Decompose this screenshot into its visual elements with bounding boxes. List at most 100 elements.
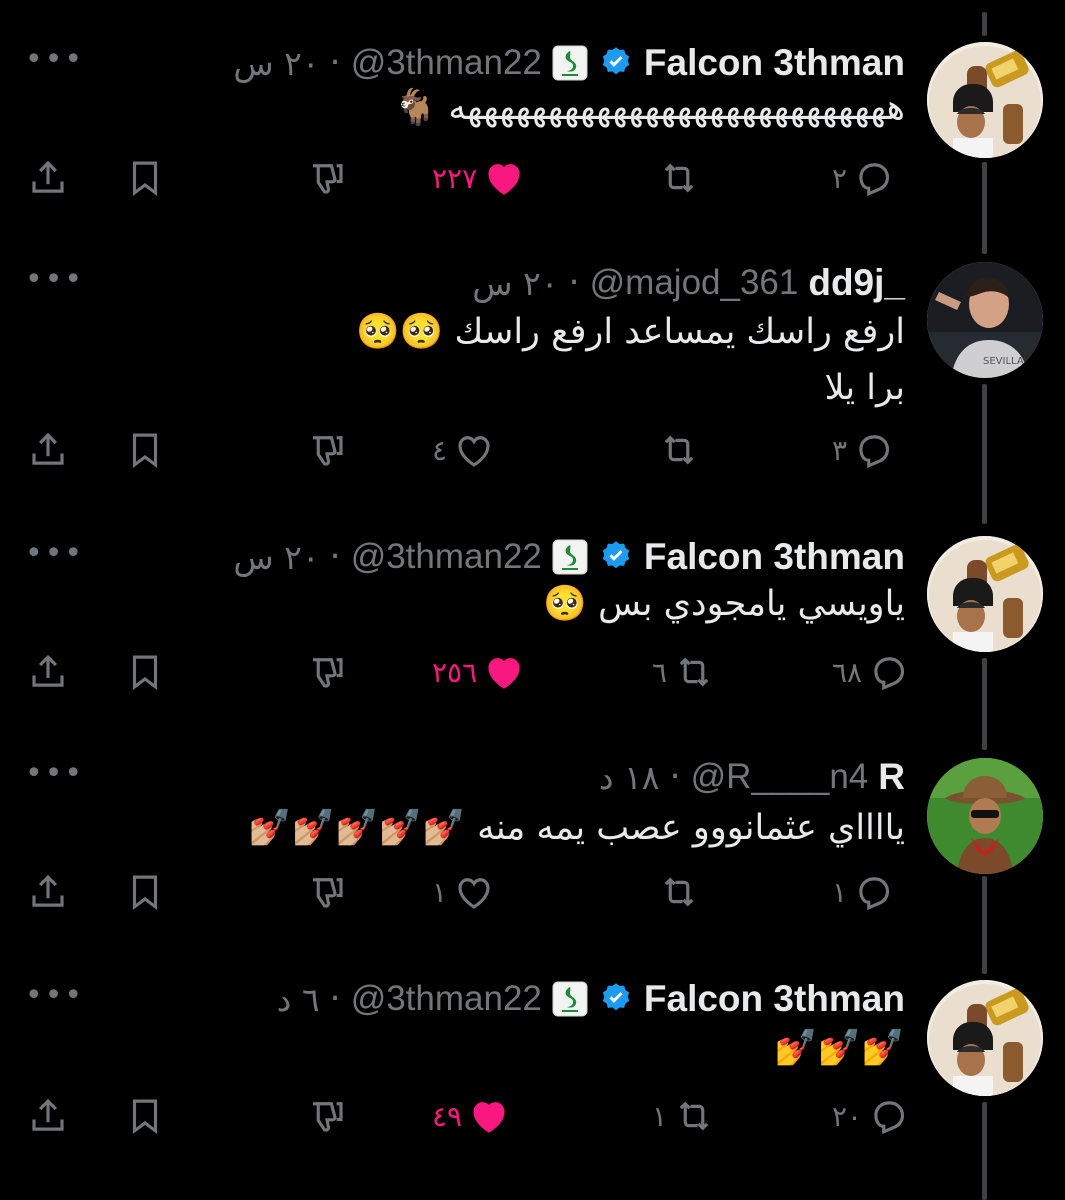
heart-icon [488,164,520,195]
dislike-button[interactable] [306,862,348,922]
like-button[interactable]: ٢٥٦ [432,642,525,702]
share-button[interactable] [27,642,69,702]
author-name[interactable]: Falcon 3thman [644,978,905,1020]
action-bar: ٦٨ ٦ ٢٥٦ [0,642,1065,702]
retweet-icon [679,1101,709,1131]
bookmark-button[interactable] [124,420,166,480]
bookmark-icon [132,433,158,469]
heart-icon [458,878,490,909]
thumbs-down-icon [313,164,343,194]
reply-count: ٣ [832,433,848,467]
more-options-button[interactable]: ••• [25,34,84,84]
like-button[interactable]: ٢٢٧ [432,148,525,208]
author-name[interactable]: Falcon 3thman [644,42,905,84]
author-handle[interactable]: @3thman22 [351,979,542,1019]
separator-dot: · [329,43,341,83]
verified-badge-icon [598,45,634,81]
dislike-button[interactable] [306,420,348,480]
like-count: ٢٥٦ [432,655,478,689]
retweet-button[interactable] [652,420,700,480]
avatar[interactable] [927,536,1043,652]
heart-icon [488,658,520,689]
author-name[interactable]: R [878,756,905,798]
action-bar: ٢ ٢٢٧ [0,148,1065,208]
reply-button[interactable]: ١ [832,862,895,922]
affiliate-badge-icon [552,539,588,575]
dislike-button[interactable] [306,1086,348,1146]
thumbs-down-icon [313,658,343,688]
author-handle[interactable]: @3thman22 [351,43,542,83]
timestamp[interactable]: ٢٠ س [233,538,319,577]
reply-icon [859,163,890,197]
reply-icon [859,877,890,911]
bookmark-icon [132,655,158,691]
author-name[interactable]: Falcon 3thman [644,536,905,578]
reply-button[interactable]: ٢ [832,148,895,208]
share-button[interactable] [27,420,69,480]
more-options-button[interactable]: ••• [25,748,84,798]
share-icon [32,654,64,687]
reply-button[interactable]: ٣ [832,420,895,480]
action-bar: ٢٠ ١ ٤٩ [0,1086,1065,1146]
like-count: ٢٢٧ [432,161,478,195]
dislike-button[interactable] [306,148,348,208]
like-button[interactable]: ٤٩ [432,1086,510,1146]
retweet-button[interactable]: ٦ [652,642,715,702]
dislike-button[interactable] [306,642,348,702]
tweet-header: R @R____n4 · ١٨ د [599,752,905,802]
author-handle[interactable]: @majod_361 [590,263,799,303]
reply-count: ٢٠ [832,1099,863,1133]
timestamp[interactable]: ١٨ د [599,758,660,797]
timestamp[interactable]: ٢٠ س [472,264,558,303]
share-button[interactable] [27,1086,69,1146]
share-button[interactable] [27,862,69,922]
trophy-avatar-icon [927,980,1043,1096]
separator-dot: · [329,537,341,577]
avatar[interactable] [927,980,1043,1096]
affiliate-badge-icon [552,981,588,1017]
reply-icon [859,435,890,469]
like-button[interactable]: ١ [432,862,495,922]
retweet-icon [664,877,694,907]
author-name[interactable]: dd9j_ [808,262,905,304]
retweet-button[interactable] [652,862,700,922]
action-bar: ٣ ٤ [0,420,1065,480]
author-handle[interactable]: @3thman22 [351,537,542,577]
more-options-button[interactable]: ••• [25,254,84,304]
tweet-header: Falcon 3thman @3thman22 · ٢٠ س [233,532,905,582]
tweet-text: يااااي عثمانووو عصب يمه منه 💅🏼💅🏼💅🏼💅🏼💅🏼 [248,808,905,848]
retweet-button[interactable] [652,148,700,208]
reply-button[interactable]: ٦٨ [832,642,910,702]
bookmark-button[interactable] [124,148,166,208]
bookmark-icon [132,161,158,197]
trophy-avatar-icon [927,536,1043,652]
like-button[interactable]: ٤ [432,420,495,480]
more-options-button[interactable]: ••• [25,970,84,1020]
avatar[interactable] [927,42,1043,158]
share-button[interactable] [27,148,69,208]
bookmark-button[interactable] [124,642,166,702]
author-handle[interactable]: @R____n4 [691,757,869,797]
bookmark-button[interactable] [124,862,166,922]
tweet-header: dd9j_ @majod_361 · ٢٠ س [472,258,905,308]
share-icon [32,160,64,193]
timestamp[interactable]: ٦ د [277,980,320,1019]
heart-icon [473,1102,505,1133]
reply-icon [874,1101,905,1135]
more-options-button[interactable]: ••• [25,528,84,578]
retweet-button[interactable]: ١ [652,1086,715,1146]
young-man-avatar-icon: SEVILLA [927,262,1043,378]
tweet-text: ياويسي يامجودي بس 🥺 [543,584,905,624]
avatar[interactable] [927,758,1043,874]
retweet-icon [664,435,694,465]
separator-dot: · [329,979,341,1019]
reply-count: ٢ [832,161,848,195]
thread-line [982,12,987,36]
avatar[interactable]: SEVILLA [927,262,1043,378]
reply-button[interactable]: ٢٠ [832,1086,910,1146]
like-count: ٤ [432,433,448,467]
timestamp[interactable]: ٢٠ س [233,44,319,83]
bookmark-button[interactable] [124,1086,166,1146]
tweet-text: ارفع راسك يمساعد ارفع راسك 🥺🥺 برا يلا [356,312,905,408]
cowboy-avatar-icon [927,758,1043,874]
